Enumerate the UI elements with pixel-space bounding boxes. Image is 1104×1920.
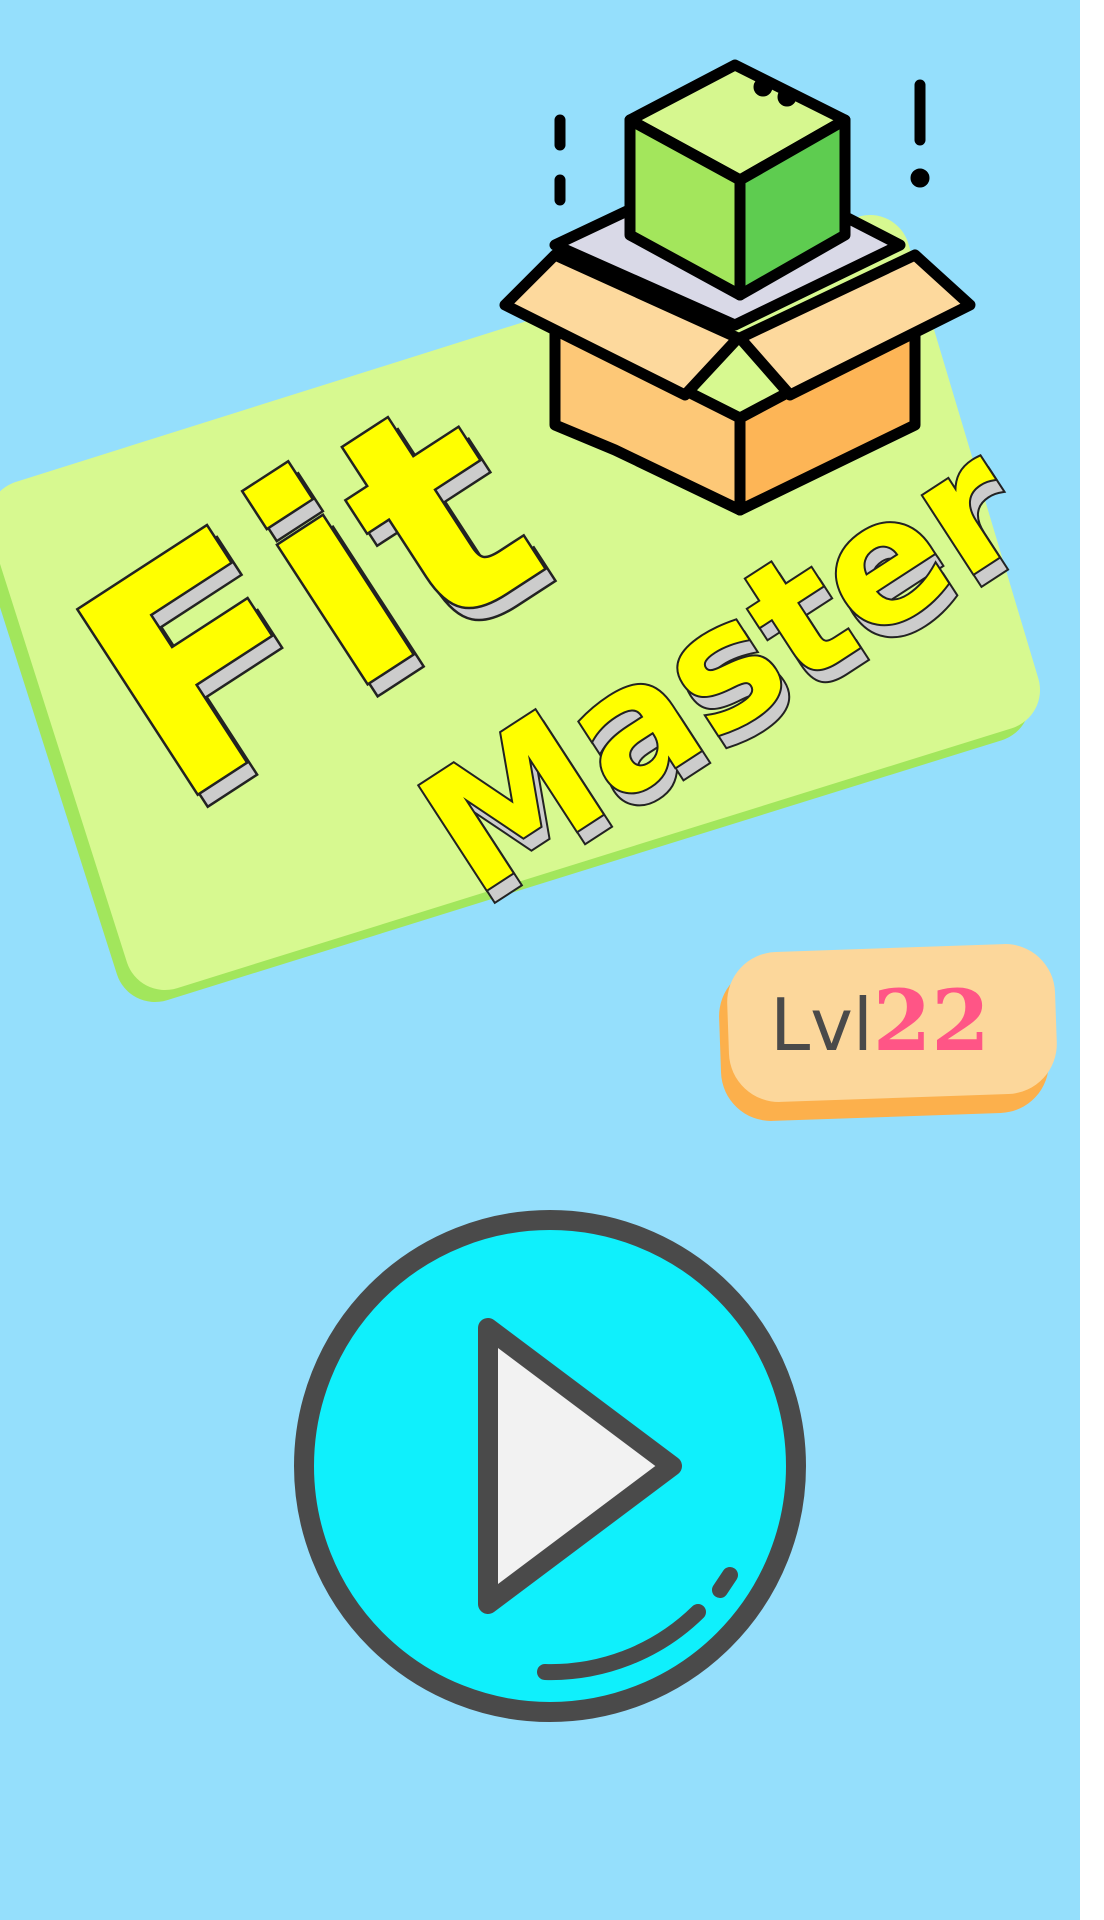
play-button[interactable]: [294, 1210, 806, 1722]
level-label: Lvl22: [770, 971, 990, 1070]
right-edge-strip: [1080, 0, 1104, 1920]
level-number: 22: [873, 971, 990, 1070]
level-badge: Lvl22: [719, 944, 1057, 1121]
level-prefix: Lvl: [770, 983, 873, 1067]
menu-canvas: Fit Fit Master Master Lvl22: [0, 59, 1065, 1722]
main-menu-screen: Fit Fit Master Master Lvl22: [0, 0, 1080, 1920]
